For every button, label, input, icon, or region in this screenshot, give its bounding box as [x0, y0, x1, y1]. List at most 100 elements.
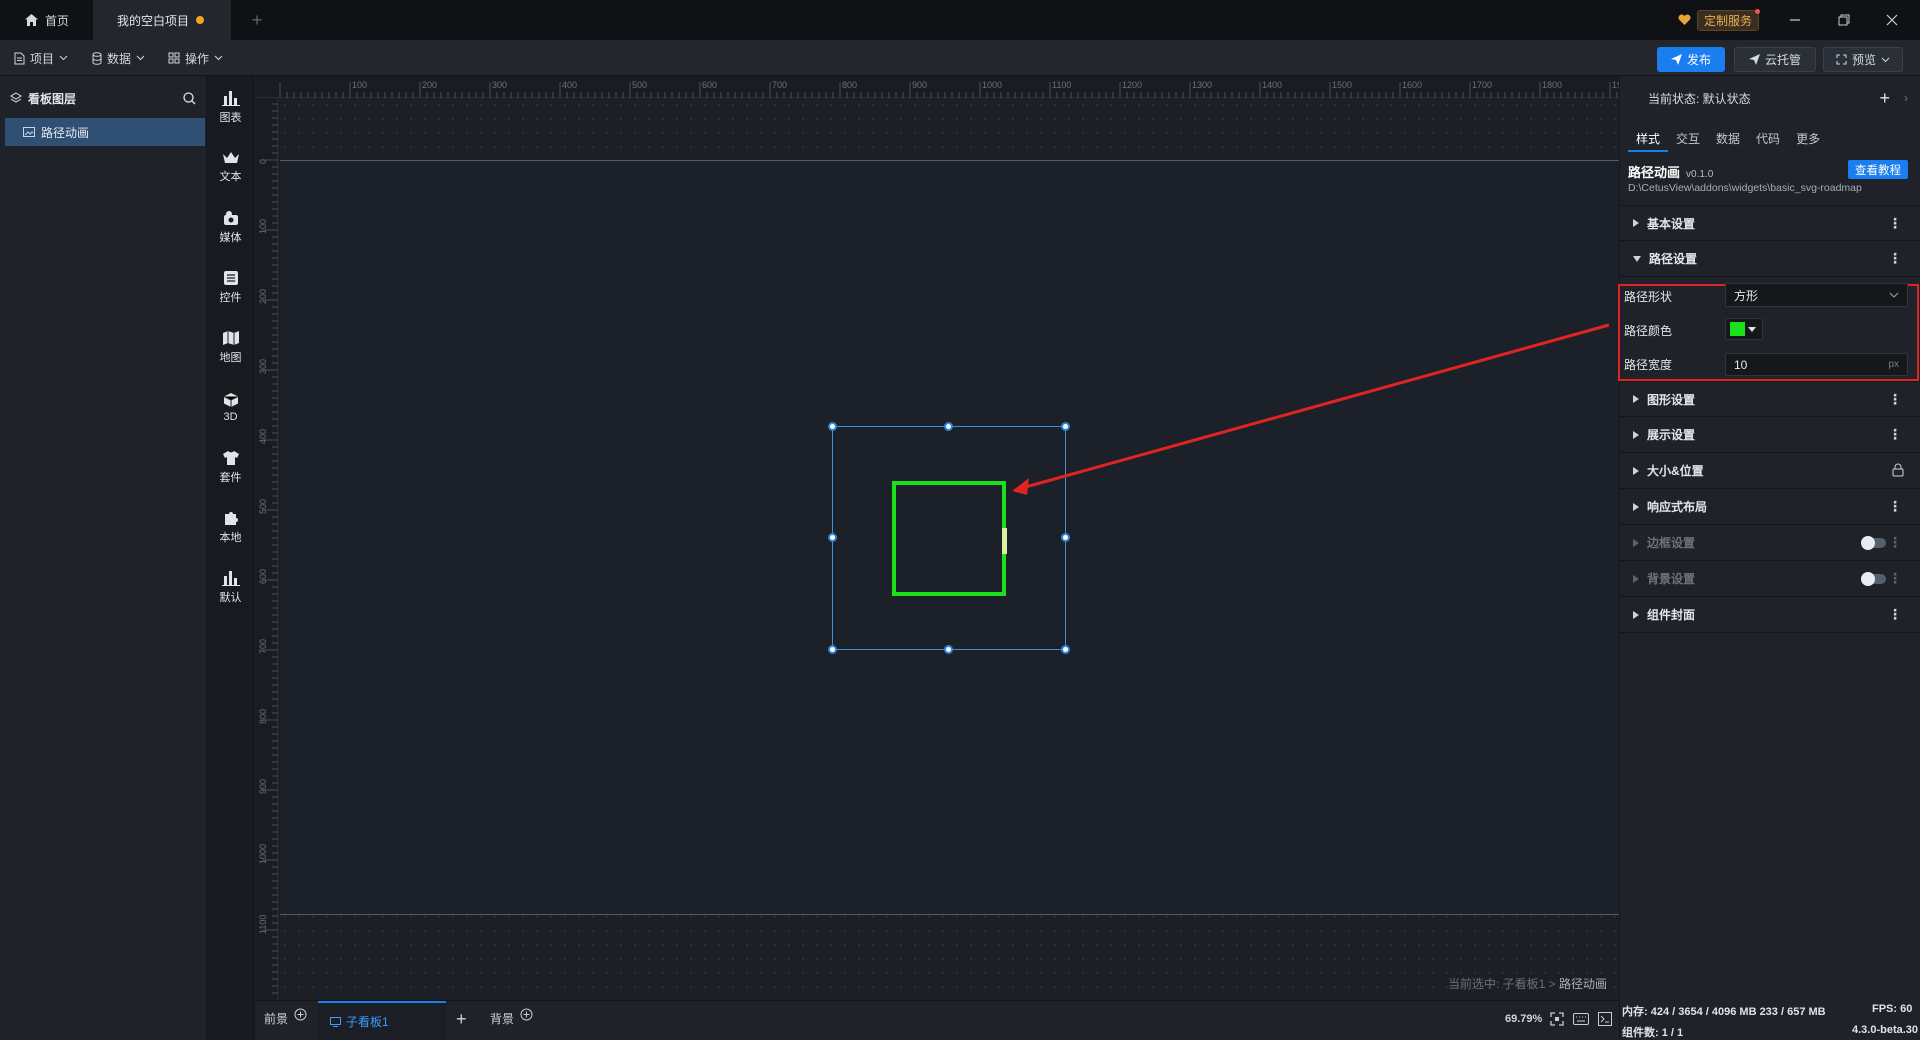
resize-handle-w[interactable] [828, 533, 837, 542]
background-toggle[interactable] [1861, 572, 1886, 586]
section-border[interactable]: 边框设置 ⋮ [1619, 525, 1920, 561]
tab-data[interactable]: 数据 [1708, 126, 1748, 152]
app-version: 4.3.0-beta.30 [1852, 1024, 1919, 1036]
comp-chart[interactable]: 图表 [207, 83, 254, 131]
comp-default[interactable]: 默认 [207, 563, 254, 611]
layers-icon [10, 92, 22, 104]
tab-interaction[interactable]: 交互 [1668, 126, 1708, 152]
path-shape-select[interactable]: 方形 [1725, 283, 1908, 307]
ruler-top-tick: 1900 [1612, 80, 1619, 90]
layer-item[interactable]: 路径动画 [5, 118, 205, 146]
fit-screen-icon[interactable] [1550, 1012, 1564, 1026]
caret-right-icon [1633, 430, 1639, 439]
section-path[interactable]: 路径设置 ⋮ [1619, 241, 1920, 277]
tab-subboard[interactable]: 子看板1 [318, 1001, 446, 1040]
ruler-top-tick: 800 [842, 80, 857, 90]
path-width-input[interactable]: 10 px [1725, 353, 1908, 376]
preview-button[interactable]: 预览 [1823, 47, 1903, 72]
fullscreen-icon [1836, 54, 1847, 65]
menu-project[interactable]: 项目 [14, 46, 68, 70]
path-animation-square[interactable] [892, 481, 1006, 596]
fps-status: FPS: 60 [1872, 1003, 1913, 1015]
resize-handle-sw[interactable] [828, 645, 837, 654]
tab-code[interactable]: 代码 [1748, 126, 1788, 152]
more-vertical-icon[interactable]: ⋮ [1888, 570, 1902, 587]
more-vertical-icon[interactable]: ⋮ [1888, 215, 1902, 232]
ruler-top-tick: 700 [772, 80, 787, 90]
ruler-left-tick: 100 [258, 219, 268, 234]
caret-down-icon [1633, 255, 1641, 262]
tab-home[interactable]: 首页 [0, 0, 93, 40]
more-vertical-icon[interactable]: ⋮ [1888, 606, 1902, 623]
widget-version: v0.1.0 [1686, 169, 1714, 180]
close-button[interactable] [1882, 10, 1902, 30]
comp-media[interactable]: 媒体 [207, 203, 254, 251]
section-size[interactable]: 大小&位置 [1619, 453, 1920, 489]
tab-background[interactable]: 背景 [490, 1008, 533, 1027]
publish-button[interactable]: 发布 [1657, 47, 1725, 72]
add-circle-icon[interactable] [294, 1008, 307, 1021]
main-toolbar [0, 40, 1920, 76]
comp-local-label: 本地 [219, 531, 242, 544]
section-basic[interactable]: 基本设置 ⋮ [1619, 205, 1920, 241]
tab-foreground[interactable]: 前景 [264, 1008, 307, 1027]
comp-default-label: 默认 [219, 591, 242, 604]
media-icon [222, 210, 240, 226]
section-display[interactable]: 展示设置 ⋮ [1619, 417, 1920, 453]
search-icon[interactable] [183, 91, 196, 105]
tab-project[interactable]: 我的空白项目 [93, 0, 231, 40]
restore-button[interactable] [1834, 10, 1854, 30]
comp-3d[interactable]: 3D [207, 383, 254, 431]
add-board-button[interactable]: + [456, 1009, 467, 1030]
add-circle-icon[interactable] [520, 1008, 533, 1021]
more-vertical-icon[interactable]: ⋮ [1888, 498, 1902, 515]
border-toggle[interactable] [1861, 536, 1886, 550]
menu-operate[interactable]: 操作 [168, 46, 223, 70]
path-color-picker[interactable] [1725, 318, 1763, 340]
terminal-icon[interactable] [1598, 1012, 1612, 1026]
chevron-down-icon [1889, 292, 1899, 298]
ruler-top-tick: 1800 [1542, 80, 1562, 90]
comp-3d-label: 3D [223, 410, 238, 423]
comp-text[interactable]: 文本 [207, 143, 254, 191]
resize-handle-se[interactable] [1061, 645, 1070, 654]
tutorial-button[interactable]: 查看教程 [1848, 160, 1908, 179]
minimize-button[interactable] [1785, 10, 1805, 30]
resize-handle-e[interactable] [1061, 533, 1070, 542]
menu-operate-label: 操作 [185, 51, 210, 66]
more-vertical-icon[interactable]: ⋮ [1888, 391, 1902, 408]
more-vertical-icon[interactable]: ⋮ [1888, 534, 1902, 551]
chevron-right-icon[interactable]: › [1904, 91, 1908, 105]
section-cover[interactable]: 组件封面 ⋮ [1619, 597, 1920, 633]
section-background[interactable]: 背景设置 ⋮ [1619, 561, 1920, 597]
resize-handle-n[interactable] [944, 422, 953, 431]
add-tab-button[interactable]: + [247, 10, 267, 30]
comp-widget[interactable]: 控件 [207, 263, 254, 311]
chevron-down-icon [136, 55, 145, 61]
bar-chart-icon [221, 570, 240, 586]
resize-handle-s[interactable] [944, 645, 953, 654]
ruler-left-tick: 1100 [258, 915, 268, 934]
menu-data[interactable]: 数据 [92, 46, 145, 70]
ruler-top-tick: 400 [562, 80, 577, 90]
ruler-left-tick: 900 [258, 779, 268, 794]
custom-service[interactable]: 定制服务 [1678, 8, 1770, 31]
ruler-top-tick: 300 [492, 80, 507, 90]
zoom-level[interactable]: 69.79% [1505, 1013, 1542, 1025]
section-responsive[interactable]: 响应式布局 ⋮ [1619, 489, 1920, 525]
tab-more[interactable]: 更多 [1788, 126, 1828, 152]
more-vertical-icon[interactable]: ⋮ [1888, 426, 1902, 443]
tab-style[interactable]: 样式 [1628, 126, 1669, 152]
widget-title: 路径动画 v0.1.0 [1628, 162, 1713, 181]
comp-local[interactable]: 本地 [207, 503, 254, 551]
lock-icon[interactable] [1892, 463, 1904, 477]
keyboard-icon[interactable] [1573, 1013, 1589, 1025]
resize-handle-nw[interactable] [828, 422, 837, 431]
more-vertical-icon[interactable]: ⋮ [1888, 250, 1902, 267]
cloud-host-button[interactable]: 云托管 [1734, 47, 1816, 72]
add-state-button[interactable]: + [1879, 88, 1890, 109]
comp-map[interactable]: 地图 [207, 323, 254, 371]
comp-kit[interactable]: 套件 [207, 443, 254, 491]
caret-right-icon [1633, 502, 1639, 511]
section-shape[interactable]: 图形设置 ⋮ [1619, 381, 1920, 417]
